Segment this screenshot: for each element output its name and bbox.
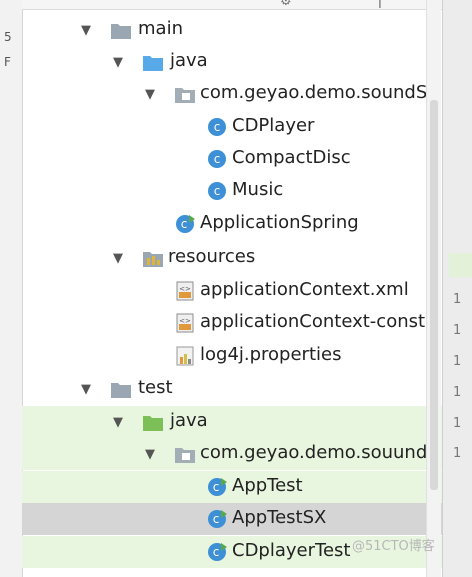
svg-text:c: c [214, 120, 221, 134]
tree-row-label: com.geyao.demo.soundSy [200, 82, 438, 103]
scrollbar-thumb[interactable] [430, 100, 438, 490]
tree-row-applicationcontext-const[interactable]: <> applicationContext-const.x [22, 307, 442, 339]
settings-icon[interactable]: ⚙ [280, 0, 292, 9]
svg-text:c: c [214, 184, 221, 198]
chevron-down-icon[interactable]: ▼ [140, 78, 160, 110]
pin-icon[interactable]: ǀ [378, 0, 382, 9]
tree-row-label: ApplicationSpring [200, 212, 359, 233]
gutter-line-number: 1 [453, 416, 462, 431]
tree-row-applicationcontext-xml[interactable]: <> applicationContext.xml [22, 275, 442, 307]
svg-text:<>: <> [179, 317, 191, 325]
watermark: @51CTO博客 [352, 539, 435, 554]
tool-strip-mark: F [4, 55, 11, 69]
tree-row-label: applicationContext-const.x [200, 311, 442, 332]
tree-row-label: Music [232, 179, 284, 200]
class-icon: c [206, 148, 228, 170]
class-icon: c [206, 180, 228, 202]
tree-row-label: CDPlayer [232, 115, 315, 136]
vertical-scrollbar[interactable] [426, 0, 441, 577]
chevron-down-icon[interactable]: ▼ [108, 242, 128, 274]
tree-row-label: resources [168, 246, 256, 267]
tree-row-cdplayer[interactable]: c CDPlayer [22, 111, 442, 143]
tree-row-package-test[interactable]: ▼ com.geyao.demo.souundS [22, 438, 442, 470]
svg-text:c: c [213, 480, 220, 494]
left-tool-strip: 5 F [0, 0, 23, 577]
test-class-icon: c [206, 541, 228, 563]
project-tree[interactable]: ▼ main ▼ java ▼ com.geyao.demo.soundSy c… [22, 9, 442, 569]
resources-folder-icon [142, 247, 164, 269]
tree-row-label: java [170, 50, 208, 71]
chevron-down-icon[interactable]: ▼ [76, 373, 96, 405]
gutter-line-number: 1 [453, 354, 462, 369]
test-folder-icon [142, 411, 164, 433]
test-class-icon: c [206, 508, 228, 530]
chevron-down-icon[interactable]: ▼ [76, 14, 96, 46]
gutter-line-number: 1 [453, 446, 462, 461]
source-folder-icon [142, 51, 164, 73]
tree-row-java[interactable]: ▼ java [22, 46, 442, 78]
tree-row-label: AppTestSX [232, 507, 327, 528]
folder-icon [110, 19, 132, 41]
test-class-icon: c [206, 476, 228, 498]
tree-row-resources[interactable]: ▼ resources [22, 242, 442, 274]
tree-row-label: CompactDisc [232, 147, 351, 168]
editor-gutter: 1 1 1 1 1 1 [442, 0, 472, 577]
svg-text:c: c [213, 545, 220, 559]
tree-row-test-java[interactable]: ▼ java [22, 406, 442, 438]
tree-row-main[interactable]: ▼ main [22, 14, 442, 46]
tree-row-applicationspring[interactable]: c ApplicationSpring [22, 208, 442, 240]
tree-row-apptestsx[interactable]: c AppTestSX [22, 503, 442, 535]
tree-row-label: AppTest [232, 475, 303, 496]
tree-row-log4j-properties[interactable]: log4j.properties [22, 340, 442, 372]
tree-row-test[interactable]: ▼ test [22, 373, 442, 405]
chevron-down-icon[interactable]: ▼ [108, 406, 128, 438]
tree-row-label: log4j.properties [200, 344, 342, 365]
svg-text:c: c [213, 512, 220, 526]
xml-file-icon: <> [174, 312, 196, 334]
xml-file-icon: <> [174, 280, 196, 302]
tree-row-label: test [138, 377, 173, 398]
properties-file-icon [174, 345, 196, 367]
tool-strip-mark: 5 [4, 30, 12, 44]
package-icon [174, 83, 196, 105]
tree-row-compactdisc[interactable]: c CompactDisc [22, 143, 442, 175]
gutter-line-number: 1 [453, 385, 462, 400]
gutter-line-number: 1 [453, 323, 462, 338]
package-icon [174, 443, 196, 465]
tree-row-label: com.geyao.demo.souundS [200, 442, 439, 463]
tree-row-label: main [138, 18, 183, 39]
tree-row-label: CDplayerTest [232, 540, 351, 561]
svg-text:c: c [214, 152, 221, 166]
chevron-down-icon[interactable]: ▼ [140, 438, 160, 470]
folder-icon [110, 378, 132, 400]
tree-row-apptest[interactable]: c AppTest [22, 471, 442, 503]
svg-text:c: c [181, 217, 188, 231]
tree-row-package-main[interactable]: ▼ com.geyao.demo.soundSy [22, 78, 442, 110]
tree-row-label: applicationContext.xml [200, 279, 409, 300]
runnable-class-icon: c [174, 213, 196, 235]
tree-row-music[interactable]: c Music [22, 175, 442, 207]
gutter-highlight [449, 253, 472, 277]
chevron-down-icon[interactable]: ▼ [108, 46, 128, 78]
gutter-line-number: 1 [453, 292, 462, 307]
svg-text:<>: <> [179, 285, 191, 293]
class-icon: c [206, 116, 228, 138]
tree-row-label: java [170, 410, 208, 431]
